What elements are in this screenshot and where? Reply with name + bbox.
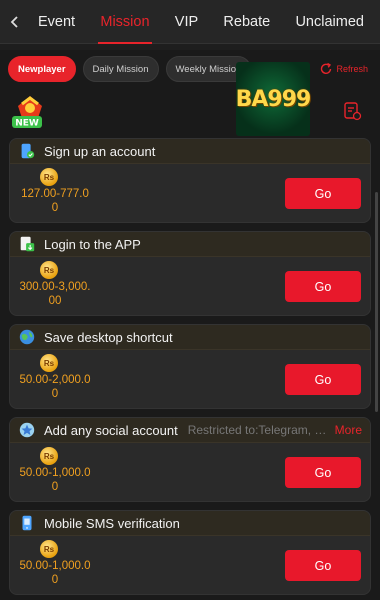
go-button[interactable]: Go — [285, 271, 361, 302]
mission-body: Rs 50.00-1,000.00 Go — [10, 536, 370, 594]
mission-header: Add any social account Restricted to:Tel… — [10, 418, 370, 443]
globe-icon — [16, 327, 38, 347]
phone-check-icon — [16, 141, 38, 161]
rupee-coin-icon: Rs — [40, 168, 58, 186]
mission-header: Login to the APP — [10, 232, 370, 257]
mission-title: Sign up an account — [44, 143, 156, 159]
mission-header: Sign up an account — [10, 139, 370, 164]
brand-logo: BA999 — [235, 62, 312, 136]
reward-amount: 300.00-3,000.00 — [19, 281, 91, 307]
go-button[interactable]: Go — [285, 457, 361, 488]
mission-header: Save desktop shortcut — [10, 325, 370, 350]
mission-panel: Newplayer Daily Mission Weekly Mission R… — [0, 50, 380, 600]
mission-body: Rs 50.00-1,000.00 Go — [10, 443, 370, 501]
tab-bar: Event Mission VIP Rebate Unclaimed — [30, 0, 380, 44]
social-star-icon — [16, 420, 38, 440]
filter-chips: Newplayer Daily Mission Weekly Mission — [8, 56, 252, 82]
mission-restriction-note: Restricted to:Telegram, Fa… — [187, 423, 329, 437]
go-button[interactable]: Go — [285, 550, 361, 581]
reward-amount: 50.00-1,000.00 — [19, 560, 91, 586]
sms-phone-icon — [16, 513, 38, 533]
go-button[interactable]: Go — [285, 178, 361, 209]
refresh-icon — [321, 62, 332, 75]
chevron-left-icon — [10, 15, 18, 28]
mission-card: Login to the APP Rs 300.00-3,000.00 Go — [9, 231, 371, 316]
tab-unclaimed[interactable]: Unclaimed — [287, 0, 372, 44]
tab-mission[interactable]: Mission — [92, 0, 157, 44]
app-download-icon — [16, 234, 38, 254]
chip-daily-mission[interactable]: Daily Mission — [82, 56, 159, 82]
chip-newplayer[interactable]: Newplayer — [8, 56, 76, 82]
mission-card: Save desktop shortcut Rs 50.00-2,000.00 … — [9, 324, 371, 409]
rupee-coin-icon: Rs — [40, 354, 58, 372]
top-nav: Event Mission VIP Rebate Unclaimed — [0, 0, 380, 44]
mission-title: Save desktop shortcut — [44, 329, 173, 345]
mission-title: Mobile SMS verification — [44, 515, 180, 531]
rupee-coin-icon: Rs — [40, 447, 58, 465]
rupee-coin-icon: Rs — [40, 261, 58, 279]
mission-body: Rs 300.00-3,000.00 Go — [10, 257, 370, 315]
mission-body: Rs 127.00-777.00 Go — [10, 164, 370, 222]
more-link[interactable]: More — [335, 423, 370, 437]
scrollbar[interactable] — [375, 192, 378, 412]
logo-text: BA999 — [235, 86, 312, 112]
mission-list: Sign up an account Rs 127.00-777.00 Go L… — [9, 138, 371, 600]
reward-amount: 127.00-777.00 — [21, 188, 89, 214]
go-button[interactable]: Go — [285, 364, 361, 395]
back-button[interactable] — [0, 0, 30, 44]
mission-body: Rs 50.00-2,000.00 Go — [10, 350, 370, 408]
rupee-coin-icon: Rs — [40, 540, 58, 558]
tab-event[interactable]: Event — [30, 0, 83, 44]
refresh-button[interactable]: Refresh — [319, 62, 368, 76]
mission-card: Add any social account Restricted to:Tel… — [9, 417, 371, 502]
tab-rebate[interactable]: Rebate — [215, 0, 278, 44]
refresh-label: Refresh — [336, 64, 368, 74]
clipboard-icon[interactable] — [342, 101, 362, 121]
new-badge-icon: NEW — [8, 88, 52, 132]
mission-title: Login to the APP — [44, 236, 141, 252]
mission-card: Sign up an account Rs 127.00-777.00 Go — [9, 138, 371, 223]
mission-header: Mobile SMS verification — [10, 511, 370, 536]
reward-amount: 50.00-1,000.00 — [19, 467, 91, 493]
tab-vip[interactable]: VIP — [167, 0, 206, 44]
reward-amount: 50.00-2,000.00 — [19, 374, 91, 400]
mission-card: Mobile SMS verification Rs 50.00-1,000.0… — [9, 510, 371, 595]
mission-title: Add any social account — [44, 422, 178, 438]
new-badge-text: NEW — [15, 119, 39, 129]
